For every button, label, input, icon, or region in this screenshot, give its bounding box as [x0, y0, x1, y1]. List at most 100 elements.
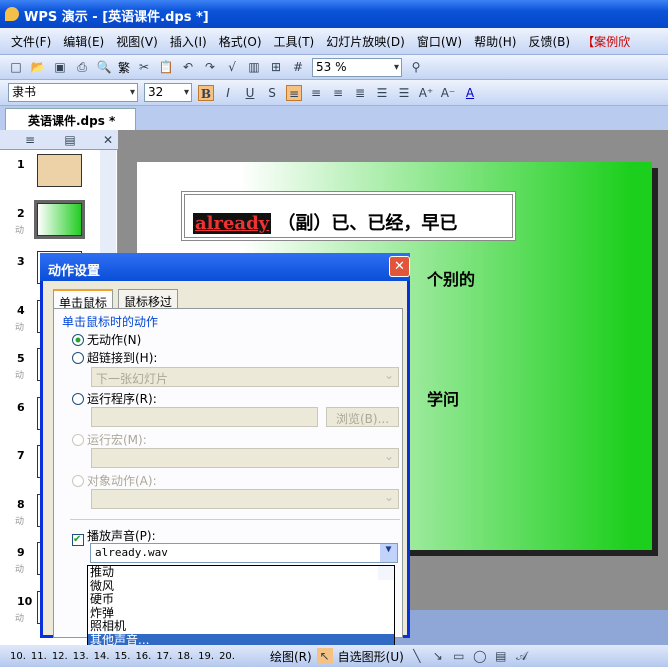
radio-run-macro[interactable]: 运行宏(M): — [72, 431, 147, 448]
menu-slideshow[interactable]: 幻灯片放映(D) — [323, 33, 408, 50]
menu-insert[interactable]: 插入(I) — [167, 33, 210, 50]
sound-option[interactable]: 炸弹 — [88, 606, 394, 621]
chart-icon[interactable]: ▥ — [246, 59, 262, 75]
ellipse-icon[interactable]: ◯ — [472, 648, 488, 664]
dropdown-scrollbar[interactable] — [378, 566, 394, 580]
slide-number: 1 — [17, 158, 25, 171]
status-number: 16. — [135, 650, 152, 662]
sound-option[interactable]: 硬币 — [88, 593, 394, 607]
title-bar: WPS 演示 - [英语课件.dps *] — [0, 0, 668, 28]
traditional-button[interactable]: 繁 — [118, 59, 130, 76]
draw-menu[interactable]: 绘图(R) — [270, 648, 312, 665]
autoshapes-menu[interactable]: 自选图形(U) — [338, 648, 404, 665]
save-icon[interactable]: ▣ — [52, 59, 68, 75]
wps-logo-icon — [5, 7, 19, 21]
wordart-icon[interactable]: 𝒜 — [514, 648, 530, 664]
outline-tab-icon[interactable]: ≡ — [22, 132, 38, 148]
preview-icon[interactable]: 🔍 — [96, 59, 112, 75]
document-tab[interactable]: 英语课件.dps * — [5, 108, 137, 130]
font-size-select[interactable]: 32 — [144, 83, 192, 102]
print-icon[interactable]: ⎙ — [74, 59, 90, 75]
animation-mark: 动 — [15, 516, 25, 527]
rectangle-icon[interactable]: ▭ — [451, 648, 467, 664]
panel-tabs: ≡ ▤ ✕ — [0, 130, 118, 150]
bold-button[interactable]: B — [198, 84, 214, 101]
numbering-icon[interactable]: ☰ — [374, 85, 390, 101]
status-number: 17. — [156, 650, 173, 662]
menu-feedback[interactable]: 反馈(B) — [525, 33, 573, 50]
browse-button[interactable]: 浏览(B)... — [326, 407, 399, 427]
open-icon[interactable]: 📂 — [30, 59, 46, 75]
formula-icon[interactable]: √ — [224, 59, 240, 75]
slide-thumbnail[interactable] — [37, 154, 82, 187]
slide-thumbnail[interactable] — [34, 199, 85, 239]
menu-help[interactable]: 帮助(H) — [471, 33, 519, 50]
menu-cases[interactable]: 【案例欣 — [579, 33, 633, 50]
slides-tab-icon[interactable]: ▤ — [62, 132, 78, 148]
line-icon[interactable]: ╲ — [409, 648, 425, 664]
align-right-icon[interactable]: ≡ — [330, 85, 346, 101]
menu-tools[interactable]: 工具(T) — [271, 33, 318, 50]
align-center-icon[interactable]: ≡ — [308, 85, 324, 101]
undo-icon[interactable]: ↶ — [180, 59, 196, 75]
close-icon[interactable]: ✕ — [389, 256, 410, 277]
radio-object-action[interactable]: 对象动作(A): — [72, 472, 157, 489]
sound-option[interactable]: 推动 — [88, 566, 394, 580]
align-left-icon[interactable]: ≡ — [286, 84, 302, 101]
program-input[interactable] — [91, 407, 318, 427]
arrow-icon[interactable]: ↘ — [430, 648, 446, 664]
radio-hyperlink[interactable]: 超链接到(H): — [72, 349, 157, 366]
radio-no-action[interactable]: 无动作(N) — [72, 331, 141, 348]
status-number: 18. — [177, 650, 194, 662]
table-icon[interactable]: ⊞ — [268, 59, 284, 75]
new-icon[interactable]: □ — [8, 59, 24, 75]
cut-icon[interactable]: ✂ — [136, 59, 152, 75]
sound-option[interactable]: 照相机 — [88, 620, 394, 634]
menu-window[interactable]: 窗口(W) — [414, 33, 465, 50]
status-number: 14. — [93, 650, 110, 662]
font-color-icon[interactable]: A — [462, 85, 478, 101]
zoom-select[interactable]: 53 % — [312, 57, 403, 77]
underline-button[interactable]: U — [242, 85, 258, 101]
bullets-icon[interactable]: ☰ — [396, 85, 412, 101]
grid-icon[interactable]: # — [290, 59, 306, 75]
menu-format[interactable]: 格式(O) — [216, 33, 265, 50]
selected-text-box[interactable]: already （副）已、已经，早已 — [181, 191, 516, 241]
meaning-text: （副）已、已经，早已 — [277, 213, 458, 234]
menu-edit[interactable]: 编辑(E) — [60, 33, 107, 50]
italic-button[interactable]: I — [220, 85, 236, 101]
group-label: 单击鼠标时的动作 — [62, 315, 159, 329]
status-number: 11. — [30, 650, 47, 662]
status-number: 19. — [198, 650, 215, 662]
justify-icon[interactable]: ≣ — [352, 85, 368, 101]
sound-select[interactable]: already.wav ▼ — [90, 543, 398, 563]
animation-mark: 动 — [15, 565, 25, 575]
close-panel-icon[interactable]: ✕ — [100, 132, 116, 148]
status-number: 15. — [114, 650, 131, 662]
find-icon[interactable]: ⚲ — [408, 59, 424, 75]
font-select[interactable]: 隶书 — [8, 83, 138, 102]
standard-toolbar: □ 📂 ▣ ⎙ 🔍 繁 ✂ 📋 ↶ ↷ √ ▥ ⊞ # 53 % ⚲ — [0, 55, 668, 80]
slide-number: 7 — [17, 449, 25, 462]
paste-icon[interactable]: 📋 — [158, 59, 174, 75]
status-number: 13. — [72, 650, 89, 662]
radio-run-program[interactable]: 运行程序(R): — [72, 390, 157, 407]
word-text: already — [193, 213, 272, 234]
hyperlink-select[interactable]: 下一张幻灯片 — [91, 367, 399, 387]
select-pointer-icon[interactable]: ↖ — [316, 648, 333, 664]
tab-mouse-over[interactable]: 鼠标移过 — [118, 289, 179, 309]
status-number: 12. — [51, 650, 68, 662]
tab-mouse-click[interactable]: 单击鼠标 — [53, 289, 114, 310]
redo-icon[interactable]: ↷ — [202, 59, 218, 75]
sound-option[interactable]: 微风 — [88, 579, 394, 594]
textbox-icon[interactable]: ▤ — [493, 648, 509, 664]
object-action-select[interactable] — [91, 489, 399, 509]
menu-file[interactable]: 文件(F) — [8, 33, 54, 50]
menu-view[interactable]: 视图(V) — [113, 33, 161, 50]
slide-number: 10 — [17, 594, 33, 608]
increase-font-icon[interactable]: A⁺ — [418, 85, 434, 101]
macro-select[interactable] — [91, 448, 399, 468]
decrease-font-icon[interactable]: A⁻ — [440, 85, 456, 101]
chevron-down-icon[interactable]: ▼ — [380, 544, 397, 562]
shadow-button[interactable]: S — [264, 85, 280, 101]
